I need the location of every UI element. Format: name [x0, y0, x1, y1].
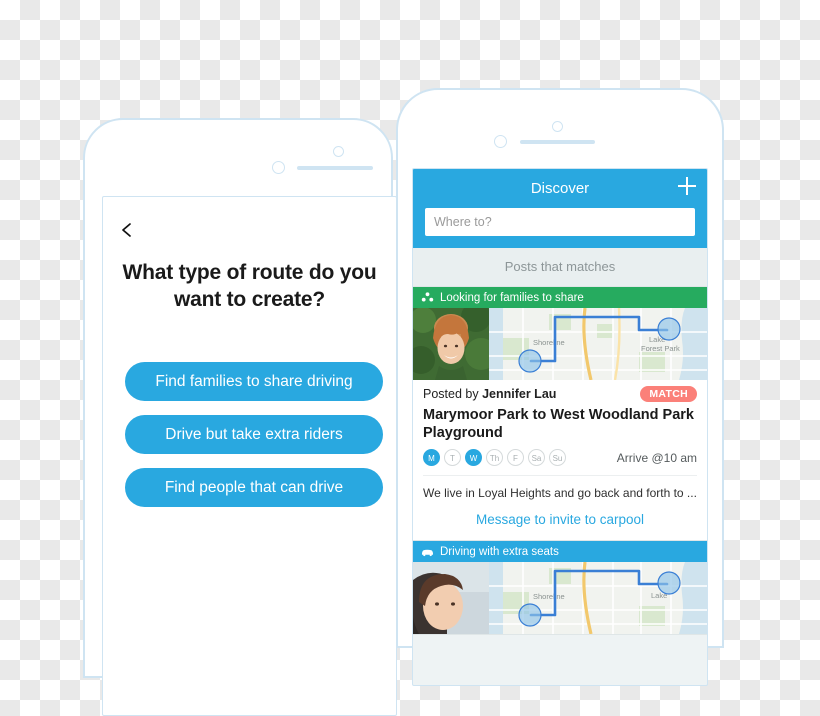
option-find-families-to-share-driving[interactable]: Find families to share driving [125, 362, 383, 401]
posted-by-prefix: Posted by [423, 387, 483, 401]
avatar [413, 562, 489, 634]
status-badge: MATCH [640, 386, 697, 402]
svg-text:Shoreline: Shoreline [533, 338, 565, 347]
phone-left: What type of route do you want to create… [83, 118, 397, 716]
page-title: What type of route do you want to create… [122, 261, 377, 311]
day-pill-f[interactable]: F [507, 449, 524, 466]
post-banner-driving-with-extra-seats: Driving with extra seats [413, 541, 707, 562]
route-map[interactable]: Shoreline Lake Forest Park [489, 308, 707, 380]
post-body: Posted by Jennifer Lau MATCH Marymoor Pa… [413, 380, 707, 540]
svg-text:Shoreline: Shoreline [533, 592, 565, 601]
chevron-left-icon[interactable] [119, 222, 135, 238]
post-card[interactable]: Looking for families to share Shoreline … [413, 287, 707, 541]
front-camera-icon [552, 121, 563, 132]
author-name: Jennifer Lau [482, 387, 557, 401]
route-map[interactable]: Shoreline Lake [489, 562, 707, 634]
route-type-options: Find families to share driving Drive but… [125, 362, 384, 521]
day-pill-m[interactable]: M [423, 449, 440, 466]
post-banner-looking-for-families: Looking for families to share [413, 287, 707, 308]
left-phone-screen: What type of route do you want to create… [102, 196, 397, 716]
post-title: Marymoor Park to West Woodland Park Play… [423, 407, 694, 441]
option-drive-but-take-extra-riders[interactable]: Drive but take extra riders [125, 415, 383, 454]
earpiece-speaker [297, 166, 373, 170]
earpiece-speaker [520, 140, 595, 144]
proximity-sensor-icon [272, 161, 285, 174]
message-to-invite-link[interactable]: Message to invite to carpool [423, 501, 697, 531]
post-banner-label: Driving with extra seats [440, 545, 559, 558]
day-pill-w[interactable]: W [465, 449, 482, 466]
option-find-people-that-can-drive[interactable]: Find people that can drive [125, 468, 383, 507]
post-media: Shoreline Lake Forest Park [413, 308, 707, 380]
day-pill-t[interactable]: T [444, 449, 461, 466]
avatar [413, 308, 489, 380]
post-card[interactable]: Driving with extra seats Shoreline Lake [413, 541, 707, 635]
day-selector: M T W Th F Sa Su [423, 449, 566, 466]
right-phone-screen: Discover Where to? Posts that matches Lo… [412, 168, 708, 686]
proximity-sensor-icon [494, 135, 507, 148]
front-camera-icon [333, 146, 344, 157]
posted-by-label: Posted by Jennifer Lau [423, 387, 556, 401]
car-icon [421, 545, 434, 558]
phone-right: Discover Where to? Posts that matches Lo… [396, 88, 724, 686]
arrival-time: Arrive @10 am [616, 450, 697, 465]
post-banner-label: Looking for families to share [440, 291, 584, 304]
schedule-row: M T W Th F Sa Su Arrive @10 am [423, 449, 697, 466]
app-header: Discover Where to? [413, 169, 707, 248]
plus-icon[interactable] [678, 177, 696, 195]
posted-by-row: Posted by Jennifer Lau MATCH [423, 386, 697, 402]
day-pill-sa[interactable]: Sa [528, 449, 545, 466]
day-pill-su[interactable]: Su [549, 449, 566, 466]
svg-text:Forest Park: Forest Park [641, 344, 680, 353]
group-people-icon [421, 291, 434, 304]
search-input[interactable]: Where to? [425, 208, 695, 236]
day-pill-th[interactable]: Th [486, 449, 503, 466]
section-label-posts-that-matches: Posts that matches [413, 248, 707, 287]
post-media: Shoreline Lake [413, 562, 707, 634]
app-title: Discover [530, 180, 590, 197]
post-description: We live in Loyal Heights and go back and… [423, 475, 697, 501]
